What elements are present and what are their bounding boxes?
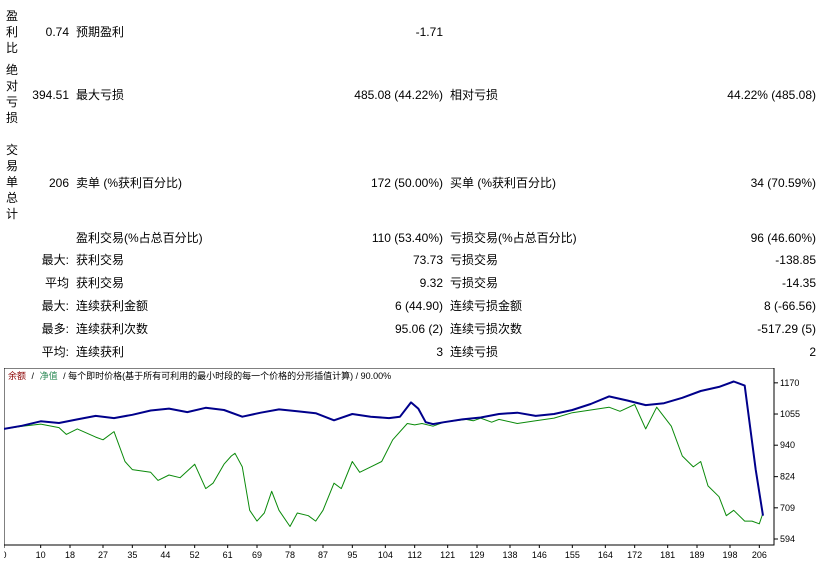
profit-trades-value: 110 (53.40%) <box>371 231 443 245</box>
max-consecutive-prefix: 最大: <box>41 299 69 313</box>
profit-factor-value: 0.74 <box>45 25 69 39</box>
largest-profit-value: 73.73 <box>412 253 443 267</box>
total-trades-label: 交易单总计 <box>6 143 19 221</box>
average-profit-label: 获利交易 <box>76 276 125 290</box>
average-prefix: 平均 <box>44 276 69 290</box>
x-tick-label: 181 <box>660 550 675 560</box>
x-tick-label: 146 <box>532 550 547 560</box>
y-tick-label: 1055 <box>780 409 800 419</box>
y-tick-label: 824 <box>780 472 795 482</box>
avg-consecutive-wins-value: 3 <box>436 345 443 359</box>
y-tick-label: 594 <box>780 534 795 544</box>
largest-loss-label: 亏损交易 <box>450 253 499 267</box>
x-tick-label: 69 <box>252 550 262 560</box>
maximal-consecutive-profit-label: 连续获利次数 <box>76 322 149 336</box>
largest-profit-label: 获利交易 <box>76 253 125 267</box>
y-tick-label: 709 <box>780 503 795 513</box>
max-drawdown-label: 最大亏损 <box>76 88 125 102</box>
x-tick-label: 0 <box>4 550 7 560</box>
x-tick-label: 155 <box>565 550 580 560</box>
legend-balance: 余额 <box>8 370 26 381</box>
x-tick-label: 18 <box>65 550 75 560</box>
x-tick-label: 44 <box>160 550 170 560</box>
max-drawdown-value: 485.08 (44.22%) <box>354 88 443 102</box>
relative-drawdown-value: 44.22% (485.08) <box>727 88 816 102</box>
legend-equity: 净值 <box>40 370 58 381</box>
average-loss-value: -14.35 <box>781 276 816 290</box>
long-positions-value: 34 (70.59%) <box>750 176 816 190</box>
x-tick-label: 138 <box>502 550 517 560</box>
x-tick-label: 121 <box>440 550 455 560</box>
profit-trades-label: 盈利交易(%占总百分比) <box>76 231 203 245</box>
legend-sep: / <box>32 371 35 381</box>
maximal-consecutive-loss-value: -517.29 (5) <box>757 322 816 336</box>
avg-consecutive-wins-label: 连续获利 <box>76 345 125 359</box>
plot-area <box>3 367 775 546</box>
long-positions-label: 买单 (%获利百分比) <box>450 176 556 190</box>
x-tick-label: 95 <box>347 550 357 560</box>
expected-payoff-value: -1.71 <box>415 25 443 39</box>
x-tick-label: 206 <box>752 550 767 560</box>
loss-trades-label: 亏损交易(%占总百分比) <box>450 231 577 245</box>
balance-equity-chart: 余额 / 净值 / 每个即时价格(基于所有可利用的最小时段的每一个价格的分形插值… <box>1 367 822 560</box>
max-consecutive-wins-label: 连续获利金额 <box>76 299 149 313</box>
avg-consecutive-prefix: 平均: <box>41 345 69 359</box>
x-tick-label: 52 <box>190 550 200 560</box>
y-tick-label: 940 <box>780 440 795 450</box>
absolute-drawdown-label: 绝对亏损 <box>6 63 19 125</box>
max-consecutive-losses-value: 8 (-66.56) <box>763 299 816 313</box>
x-tick-label: 78 <box>285 550 295 560</box>
short-positions-label: 卖单 (%获利百分比) <box>76 176 182 190</box>
x-tick-label: 129 <box>469 550 484 560</box>
relative-drawdown-label: 相对亏损 <box>450 88 499 102</box>
x-tick-label: 35 <box>127 550 137 560</box>
average-profit-value: 9.32 <box>419 276 443 290</box>
largest-prefix: 最大: <box>41 253 69 267</box>
maximal-consecutive-loss-label: 连续亏损次数 <box>450 322 523 336</box>
x-tick-label: 164 <box>598 550 613 560</box>
largest-loss-value: -138.85 <box>775 253 816 267</box>
x-tick-label: 87 <box>318 550 328 560</box>
y-tick-label: 1170 <box>780 378 799 388</box>
profit-factor-label: 盈利比 <box>6 9 19 55</box>
chart-svg: 余额 / 净值 / 每个即时价格(基于所有可利用的最小时段的每一个价格的分形插值… <box>1 367 800 560</box>
short-positions-value: 172 (50.00%) <box>370 176 443 190</box>
x-tick-label: 112 <box>407 550 421 560</box>
maximal-consecutive-prefix: 最多: <box>41 322 69 336</box>
x-tick-label: 104 <box>378 550 393 560</box>
x-tick-label: 10 <box>36 550 46 560</box>
x-tick-label: 27 <box>98 550 108 560</box>
max-consecutive-wins-value: 6 (44.90) <box>394 299 443 313</box>
x-tick-label: 172 <box>627 550 642 560</box>
avg-consecutive-losses-value: 2 <box>809 345 816 359</box>
legend-description: / 每个即时价格(基于所有可利用的最小时段的每一个价格的分形插值计算) / 90… <box>63 370 391 381</box>
chart-legend: 余额 / 净值 / 每个即时价格(基于所有可利用的最小时段的每一个价格的分形插值… <box>8 370 391 381</box>
avg-consecutive-losses-label: 连续亏损 <box>450 345 499 359</box>
x-tick-label: 198 <box>722 550 737 560</box>
expected-payoff-label: 预期盈利 <box>76 25 125 39</box>
x-tick-label: 189 <box>689 550 704 560</box>
average-loss-label: 亏损交易 <box>450 276 499 290</box>
max-consecutive-losses-label: 连续亏损金额 <box>450 299 523 313</box>
loss-trades-value: 96 (46.60%) <box>750 231 816 245</box>
maximal-consecutive-profit-value: 95.06 (2) <box>394 322 443 336</box>
absolute-drawdown-value: 394.51 <box>32 88 69 102</box>
x-tick-label: 61 <box>223 550 233 560</box>
total-trades-value: 206 <box>48 176 69 190</box>
